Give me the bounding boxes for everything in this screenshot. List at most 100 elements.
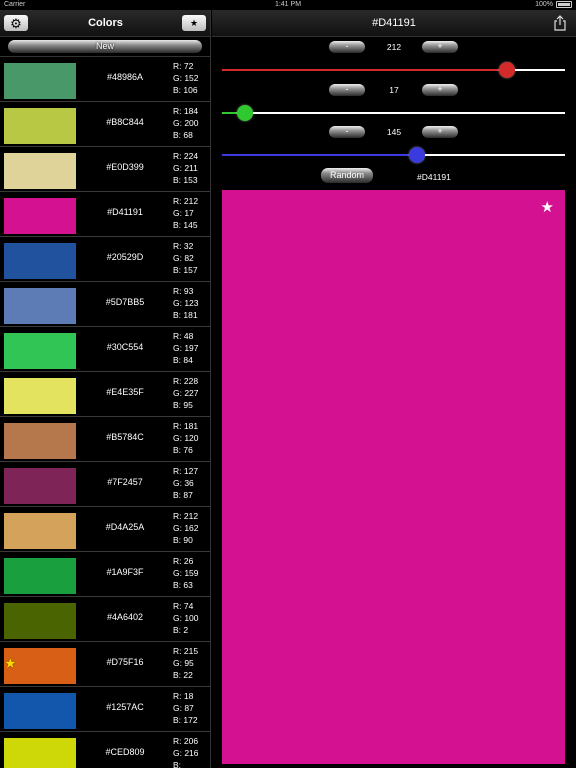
color-green-value: G: 87 bbox=[173, 703, 194, 713]
color-green-value: G: 82 bbox=[173, 253, 194, 263]
color-hex: #5D7BB5 bbox=[105, 297, 145, 307]
red-stepper: - 212 + bbox=[212, 41, 576, 57]
color-list-item[interactable]: #B5784C R: 181 G: 120 B: 76 bbox=[0, 417, 210, 462]
color-hex: #E4E35F bbox=[106, 387, 144, 397]
color-blue-value: B: 181 bbox=[173, 310, 198, 320]
blue-value: 145 bbox=[386, 127, 402, 137]
green-decrement-button[interactable]: - bbox=[329, 84, 365, 96]
color-list-item[interactable]: #30C554 R: 48 G: 197 B: 84 bbox=[0, 327, 210, 372]
color-red-value: R: 215 bbox=[173, 646, 199, 656]
color-list-item[interactable]: #CED809 R: 206 G: 216 B: bbox=[0, 732, 210, 768]
color-blue-value: B: 153 bbox=[173, 175, 198, 185]
color-blue-value: B: 95 bbox=[173, 400, 193, 410]
color-red-value: R: 184 bbox=[173, 106, 199, 116]
color-red-value: R: 18 bbox=[173, 691, 194, 701]
color-hex: #D4A25A bbox=[105, 522, 145, 532]
green-slider-thumb[interactable] bbox=[236, 105, 253, 121]
random-button[interactable]: Random bbox=[321, 168, 373, 183]
color-swatch bbox=[4, 63, 76, 99]
color-swatch bbox=[4, 108, 76, 144]
color-swatch bbox=[4, 693, 76, 729]
green-slider[interactable] bbox=[222, 105, 565, 121]
editor-header: #D41191 bbox=[212, 10, 576, 37]
color-rgb: R: 224 G: 211 B: 153 bbox=[173, 150, 198, 186]
color-rgb: R: 93 G: 123 B: 181 bbox=[173, 285, 199, 321]
color-swatch bbox=[4, 153, 76, 189]
favorite-toggle-button[interactable]: ★ bbox=[541, 200, 554, 215]
blue-slider[interactable] bbox=[222, 147, 565, 163]
red-slider-thumb[interactable] bbox=[499, 62, 516, 78]
color-hex: #1257AC bbox=[106, 702, 144, 712]
color-blue-value: B: 84 bbox=[173, 355, 193, 365]
color-green-value: G: 36 bbox=[173, 478, 194, 488]
color-rgb: R: 72 G: 152 B: 106 bbox=[173, 60, 199, 96]
color-list-item[interactable]: #20529D R: 32 G: 82 B: 157 bbox=[0, 237, 210, 282]
share-button[interactable] bbox=[553, 15, 567, 31]
red-decrement-button[interactable]: - bbox=[329, 41, 365, 53]
color-blue-value: B: 76 bbox=[173, 445, 193, 455]
color-rgb: R: 18 G: 87 B: 172 bbox=[173, 690, 198, 726]
color-swatch bbox=[4, 333, 76, 369]
blue-slider-thumb[interactable] bbox=[409, 147, 426, 163]
favorites-button[interactable]: ★ bbox=[182, 15, 206, 31]
color-rgb: R: 212 G: 17 B: 145 bbox=[173, 195, 198, 231]
color-green-value: G: 197 bbox=[173, 343, 199, 353]
color-swatch: ★ bbox=[4, 648, 76, 684]
color-rgb: R: 181 G: 120 B: 76 bbox=[173, 420, 199, 456]
color-list-item[interactable]: #E4E35F R: 228 G: 227 B: 95 bbox=[0, 372, 210, 417]
color-blue-value: B: 145 bbox=[173, 220, 198, 230]
color-list-item[interactable]: #4A6402 R: 74 G: 100 B: 2 bbox=[0, 597, 210, 642]
color-blue-value: B: 2 bbox=[173, 625, 189, 635]
color-list-item[interactable]: #D4A25A R: 212 G: 162 B: 90 bbox=[0, 507, 210, 552]
color-list-item[interactable]: #48986A R: 72 G: 152 B: 106 bbox=[0, 57, 210, 102]
color-red-value: R: 224 bbox=[173, 151, 199, 161]
color-list-item[interactable]: #7F2457 R: 127 G: 36 B: 87 bbox=[0, 462, 210, 507]
color-blue-value: B: 87 bbox=[173, 490, 193, 500]
color-red-value: R: 74 bbox=[173, 601, 194, 611]
color-hex: #D75F16 bbox=[106, 657, 144, 667]
color-red-value: R: 26 bbox=[173, 556, 194, 566]
color-rgb: R: 26 G: 159 B: 63 bbox=[173, 555, 199, 591]
color-rgb: R: 228 G: 227 B: 95 bbox=[173, 375, 199, 411]
color-red-value: R: 228 bbox=[173, 376, 199, 386]
color-list-item[interactable]: #E0D399 R: 224 G: 211 B: 153 bbox=[0, 147, 210, 192]
color-green-value: G: 100 bbox=[173, 613, 199, 623]
color-list-item[interactable]: #1257AC R: 18 G: 87 B: 172 bbox=[0, 687, 210, 732]
color-green-value: G: 200 bbox=[173, 118, 199, 128]
colors-header: ⚙ Colors ★ bbox=[0, 10, 210, 37]
color-blue-value: B: 63 bbox=[173, 580, 193, 590]
color-list-item[interactable]: #B8C844 R: 184 G: 200 B: 68 bbox=[0, 102, 210, 147]
color-swatch bbox=[4, 423, 76, 459]
color-green-value: G: 123 bbox=[173, 298, 199, 308]
color-list-item[interactable]: ★ #D75F16 R: 215 G: 95 B: 22 bbox=[0, 642, 210, 687]
color-hex: #30C554 bbox=[106, 342, 144, 352]
color-red-value: R: 72 bbox=[173, 61, 194, 71]
color-red-value: R: 93 bbox=[173, 286, 194, 296]
blue-decrement-button[interactable]: - bbox=[329, 126, 365, 138]
color-swatch bbox=[4, 513, 76, 549]
color-list[interactable]: #48986A R: 72 G: 152 B: 106 #B8C844 R: 184 G: … bbox=[0, 57, 210, 768]
color-hex: #48986A bbox=[106, 72, 144, 82]
red-value: 212 bbox=[386, 42, 402, 52]
color-hex: #E0D399 bbox=[106, 162, 144, 172]
color-rgb: R: 184 G: 200 B: 68 bbox=[173, 105, 199, 141]
color-swatch bbox=[4, 468, 76, 504]
green-increment-button[interactable]: + bbox=[422, 84, 458, 96]
color-green-value: G: 152 bbox=[173, 73, 199, 83]
color-preview: ★ bbox=[222, 190, 565, 764]
red-slider[interactable] bbox=[222, 62, 565, 78]
color-blue-value: B: 90 bbox=[173, 535, 193, 545]
status-bar: Carrier 1:41 PM 100% bbox=[0, 0, 576, 10]
color-list-item[interactable]: #D41191 R: 212 G: 17 B: 145 bbox=[0, 192, 210, 237]
star-icon: ★ bbox=[189, 17, 199, 28]
new-color-button[interactable]: New bbox=[8, 40, 202, 53]
blue-increment-button[interactable]: + bbox=[422, 126, 458, 138]
color-blue-value: B: 172 bbox=[173, 715, 198, 725]
color-swatch bbox=[4, 603, 76, 639]
red-increment-button[interactable]: + bbox=[422, 41, 458, 53]
color-list-item[interactable]: #1A9F3F R: 26 G: 159 B: 63 bbox=[0, 552, 210, 597]
color-rgb: R: 32 G: 82 B: 157 bbox=[173, 240, 198, 276]
color-blue-value: B: 68 bbox=[173, 130, 193, 140]
color-list-item[interactable]: #5D7BB5 R: 93 G: 123 B: 181 bbox=[0, 282, 210, 327]
color-rgb: R: 48 G: 197 B: 84 bbox=[173, 330, 199, 366]
